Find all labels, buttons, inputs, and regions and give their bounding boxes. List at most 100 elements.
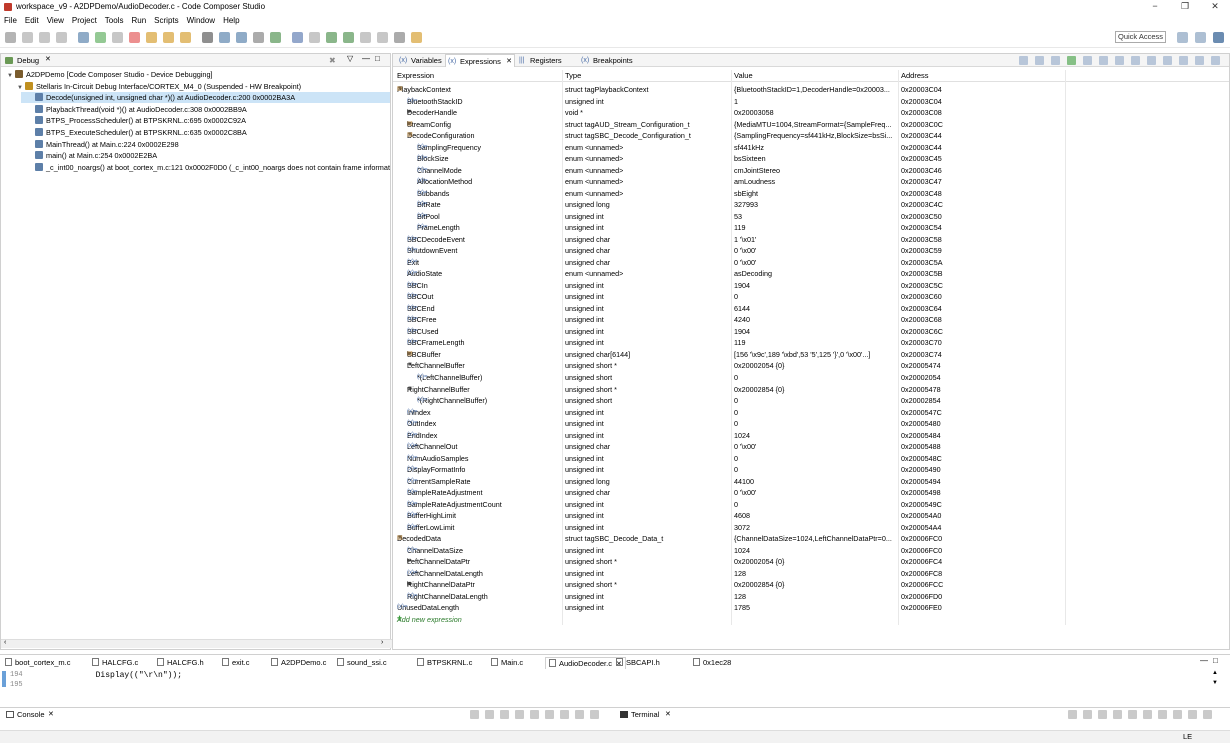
flash-icon[interactable] (292, 32, 303, 43)
debug-tree-item[interactable]: ▼ Stellaris In-Circuit Debug Interface/CO… (11, 81, 390, 92)
close-icon[interactable]: ✕ (48, 710, 54, 718)
editor-tab[interactable]: sound_ssi.c (337, 657, 387, 669)
step-into-icon[interactable] (146, 32, 157, 43)
value-cell[interactable]: 128 (734, 568, 898, 580)
search-icon[interactable] (394, 32, 405, 43)
table-row[interactable]: ▼ ▤ DecodeConfiguration struct tagSBC_Decod… (393, 130, 1229, 142)
close-icon[interactable]: ✕ (506, 55, 512, 68)
memory-icon[interactable] (202, 32, 213, 43)
terminal-tab[interactable]: Terminal (631, 710, 659, 719)
maximize-view-icon[interactable] (1211, 56, 1220, 65)
table-row[interactable]: (x)= SBCDecodeEvent unsigned char 1 '\x01' 0… (393, 234, 1229, 246)
editor-tab[interactable]: A2DPDemo.c (271, 657, 326, 669)
scroll-down-icon[interactable]: ▼ (1212, 680, 1218, 686)
minimize-button[interactable]: − (1142, 1, 1168, 13)
view-menu-icon[interactable] (1173, 710, 1182, 719)
value-cell[interactable]: {BluetoothStackID=1,DecoderHandle=0x2000… (734, 84, 898, 96)
value-cell[interactable]: 0 (734, 407, 898, 419)
value-cell[interactable]: {ChannelDataSize=1024,LeftChannelDataPtr… (734, 533, 898, 545)
table-row[interactable]: ✚ Add new expression (393, 614, 1229, 626)
new-icon[interactable] (5, 32, 16, 43)
table-row[interactable]: (x)= UnusedDataLength unsigned int 1785 0x20… (393, 602, 1229, 614)
value-cell[interactable]: 0 '\x00' (734, 487, 898, 499)
value-cell[interactable]: 0x20002854 {0} (734, 384, 898, 396)
pin-icon[interactable] (1163, 56, 1172, 65)
close-button[interactable]: ✕ (1202, 1, 1228, 13)
value-cell[interactable]: 0x20002054 {0} (734, 360, 898, 372)
value-cell[interactable]: 0 (734, 372, 898, 384)
code-lines[interactable]: 194 Display(("\r\n")); 195 (10, 671, 1190, 693)
tab-breakpoints[interactable]: (x) Breakpoints (579, 54, 635, 67)
value-cell[interactable]: [156 '\x9c',189 '\xbd',53 '5',125 '}',0 … (734, 349, 898, 361)
add-expression-icon[interactable] (1067, 56, 1076, 65)
debug-tree-item[interactable]: main() at Main.c:254 0x0002E2BA (21, 150, 390, 161)
horizontal-scrollbar[interactable]: ‹ › (1, 639, 392, 648)
table-row[interactable]: ▶ ➔ RightChannelDataPtr unsigned short * 0x2… (393, 579, 1229, 591)
scroll-up-icon[interactable]: ▲ (1212, 670, 1218, 676)
columns-icon[interactable] (1051, 56, 1060, 65)
menu-run[interactable]: Run (127, 14, 150, 27)
column-header-value[interactable]: Value (734, 70, 753, 82)
table-row[interactable]: (x)= AllocationMethod enum <unnamed> amLoud… (393, 176, 1229, 188)
value-cell[interactable]: 1785 (734, 602, 898, 614)
value-cell[interactable]: 0 (734, 499, 898, 511)
table-row[interactable]: (x)= CurrentSampleRate unsigned long 44100 0… (393, 476, 1229, 488)
value-cell[interactable]: 0 (734, 395, 898, 407)
tab-registers[interactable]: ||| Registers (517, 54, 577, 67)
table-row[interactable]: (x)= NumAudioSamples unsigned int 0 0x200054… (393, 453, 1229, 465)
menu-file[interactable]: File (0, 14, 21, 27)
value-cell[interactable]: 0 '\x00' (734, 245, 898, 257)
editor-tab[interactable]: HALCFG.h (157, 657, 204, 669)
step-icon[interactable] (326, 32, 337, 43)
word-wrap-icon[interactable] (500, 710, 509, 719)
menu-edit[interactable]: Edit (21, 14, 43, 27)
skip-icon[interactable] (309, 32, 320, 43)
table-row[interactable]: (x)= SBCEnd unsigned int 6144 0x20003C64 (393, 303, 1229, 315)
table-row[interactable]: (x)= BitRate unsigned long 327993 0x20003C4C (393, 199, 1229, 211)
clear-console-icon[interactable] (470, 710, 479, 719)
table-row[interactable]: (x)= BufferHighLimit unsigned int 4608 0x200… (393, 510, 1229, 522)
value-cell[interactable]: asDecoding (734, 268, 898, 280)
value-cell[interactable]: 6144 (734, 303, 898, 315)
clear-icon[interactable] (1143, 710, 1152, 719)
value-cell[interactable]: 0 (734, 453, 898, 465)
value-cell[interactable]: sf441kHz (734, 142, 898, 154)
maximize-editor-icon[interactable]: □ (1213, 656, 1218, 665)
build-icon[interactable] (253, 32, 264, 43)
table-row[interactable]: (x)= SBCOut unsigned int 0 0x20003C60 (393, 291, 1229, 303)
tab-expressions[interactable]: (x) Expressions ✕ (445, 54, 515, 67)
value-cell[interactable]: 0 '\x00' (734, 441, 898, 453)
debug-tree-item[interactable]: BTPS_ExecuteScheduler() at BTPSKRNL.c:63… (21, 127, 390, 138)
menu-tools[interactable]: Tools (101, 14, 128, 27)
value-cell[interactable]: sbEight (734, 188, 898, 200)
view-menu-icon[interactable] (560, 710, 569, 719)
table-row[interactable]: (x)= InIndex unsigned int 0 0x2000547C (393, 407, 1229, 419)
table-row[interactable]: (x)= LeftChannelOut unsigned char 0 '\x00' 0… (393, 441, 1229, 453)
column-header-expression[interactable]: Expression (397, 70, 434, 82)
copy-icon[interactable] (1113, 710, 1122, 719)
collapse-all-icon[interactable] (1019, 56, 1028, 65)
open-terminal-icon[interactable] (1068, 710, 1077, 719)
save-icon[interactable] (22, 32, 33, 43)
quick-access-field[interactable]: Quick Access (1115, 31, 1166, 43)
scroll-lock-icon[interactable] (485, 710, 494, 719)
table-row[interactable]: (x)= OutIndex unsigned int 0 0x20005480 (393, 418, 1229, 430)
table-row[interactable]: (x)= *(RightChannelBuffer) unsigned short 0… (393, 395, 1229, 407)
connect-icon[interactable] (236, 32, 247, 43)
debug-tree-item[interactable]: Decode(unsigned int, unsigned char *)() … (21, 92, 390, 104)
editor-tab[interactable]: exit.c (222, 657, 250, 669)
close-icon[interactable]: ✕ (665, 710, 671, 718)
value-cell[interactable]: 327993 (734, 199, 898, 211)
table-row[interactable]: ▼ ➔ LeftChannelBuffer unsigned short * 0x200… (393, 360, 1229, 372)
table-row[interactable]: (x)= BluetoothStackID unsigned int 1 0x20003… (393, 96, 1229, 108)
minimize-view-icon[interactable] (1195, 56, 1204, 65)
menu-window[interactable]: Window (183, 14, 219, 27)
debug-tree-item[interactable]: _c_int00_noargs() at boot_cortex_m.c:121… (21, 162, 390, 173)
layout-icon[interactable] (1035, 56, 1044, 65)
editor-tab[interactable]: SBCAPI.h (616, 657, 660, 669)
minimize-view-icon[interactable] (575, 710, 584, 719)
column-header-address[interactable]: Address (901, 70, 929, 82)
table-row[interactable]: (x)= ChannelDataSize unsigned int 1024 0x200… (393, 545, 1229, 557)
table-row[interactable]: ▼ ➔ RightChannelBuffer unsigned short * 0x20… (393, 384, 1229, 396)
minimize-editor-icon[interactable]: — (1200, 656, 1208, 665)
